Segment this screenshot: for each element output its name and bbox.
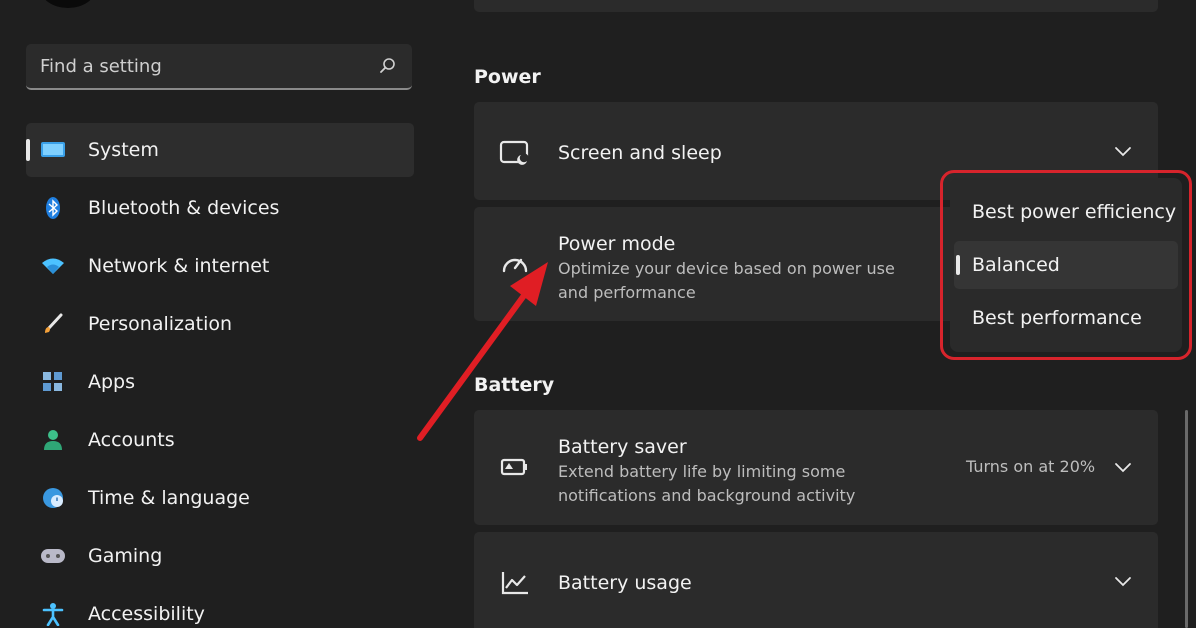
- search-icon[interactable]: [378, 56, 398, 76]
- sidebar-item-label: System: [88, 139, 159, 161]
- chevron-down-icon[interactable]: [1112, 140, 1134, 162]
- accessibility-icon: [40, 603, 66, 626]
- sidebar-item-label: Accessibility: [88, 603, 205, 625]
- search-box[interactable]: [26, 44, 412, 90]
- annotation-arrow: [417, 262, 548, 441]
- sidebar-item-accessibility[interactable]: Accessibility: [26, 587, 414, 628]
- chevron-down-icon[interactable]: [1112, 456, 1134, 478]
- power-mode-description: Optimize your device based on power use …: [558, 259, 895, 302]
- globe-clock-icon: [40, 487, 66, 509]
- section-title-power: Power: [474, 66, 541, 88]
- sidebar-item-bluetooth[interactable]: Bluetooth & devices: [26, 181, 414, 235]
- battery-usage-card[interactable]: Battery usage: [474, 532, 1158, 628]
- person-icon: [40, 429, 66, 451]
- sidebar-item-label: Bluetooth & devices: [88, 197, 280, 219]
- chevron-down-icon[interactable]: [1112, 570, 1134, 592]
- battery-saver-status: Turns on at 20%: [966, 457, 1096, 476]
- avatar[interactable]: [40, 0, 96, 8]
- sidebar-item-time-language[interactable]: Time & language: [26, 471, 414, 525]
- sidebar-item-label: Accounts: [88, 429, 175, 451]
- previous-setting-card[interactable]: [474, 0, 1158, 12]
- battery-saver-title: Battery saver: [558, 436, 687, 458]
- search-input[interactable]: [40, 55, 378, 77]
- apps-icon: [40, 371, 66, 393]
- battery-saver-description: Extend battery life by limiting some not…: [558, 462, 856, 505]
- sidebar-item-label: Apps: [88, 371, 136, 393]
- sidebar-item-system[interactable]: System: [26, 123, 414, 177]
- screen-sleep-icon: [498, 138, 532, 168]
- sidebar-item-network[interactable]: Network & internet: [26, 239, 414, 293]
- sidebar-item-gaming[interactable]: Gaming: [26, 529, 414, 583]
- sidebar-item-label: Personalization: [88, 313, 233, 335]
- sidebar-item-label: Time & language: [88, 487, 250, 509]
- chart-icon: [498, 568, 532, 598]
- sidebar-item-apps[interactable]: Apps: [26, 355, 414, 409]
- monitor-icon: [40, 139, 66, 161]
- battery-saver-card[interactable]: Battery saver Extend battery life by lim…: [474, 410, 1158, 525]
- gamepad-icon: [40, 545, 66, 567]
- brush-icon: [40, 313, 66, 335]
- sidebar-item-label: Network & internet: [88, 255, 270, 277]
- sidebar-item-accounts[interactable]: Accounts: [26, 413, 414, 467]
- bluetooth-icon: [40, 197, 66, 219]
- screen-sleep-title: Screen and sleep: [558, 142, 722, 164]
- battery-saver-icon: [498, 452, 532, 482]
- sidebar-item-personalization[interactable]: Personalization: [26, 297, 414, 351]
- sidebar-item-label: Gaming: [88, 545, 163, 567]
- highlight-ring: [940, 170, 1192, 360]
- wifi-icon: [40, 255, 66, 277]
- sidebar-nav: System Bluetooth & devices Network & int…: [26, 123, 414, 628]
- battery-usage-title: Battery usage: [558, 572, 692, 594]
- scrollbar[interactable]: [1185, 410, 1188, 628]
- power-mode-title: Power mode: [558, 233, 676, 255]
